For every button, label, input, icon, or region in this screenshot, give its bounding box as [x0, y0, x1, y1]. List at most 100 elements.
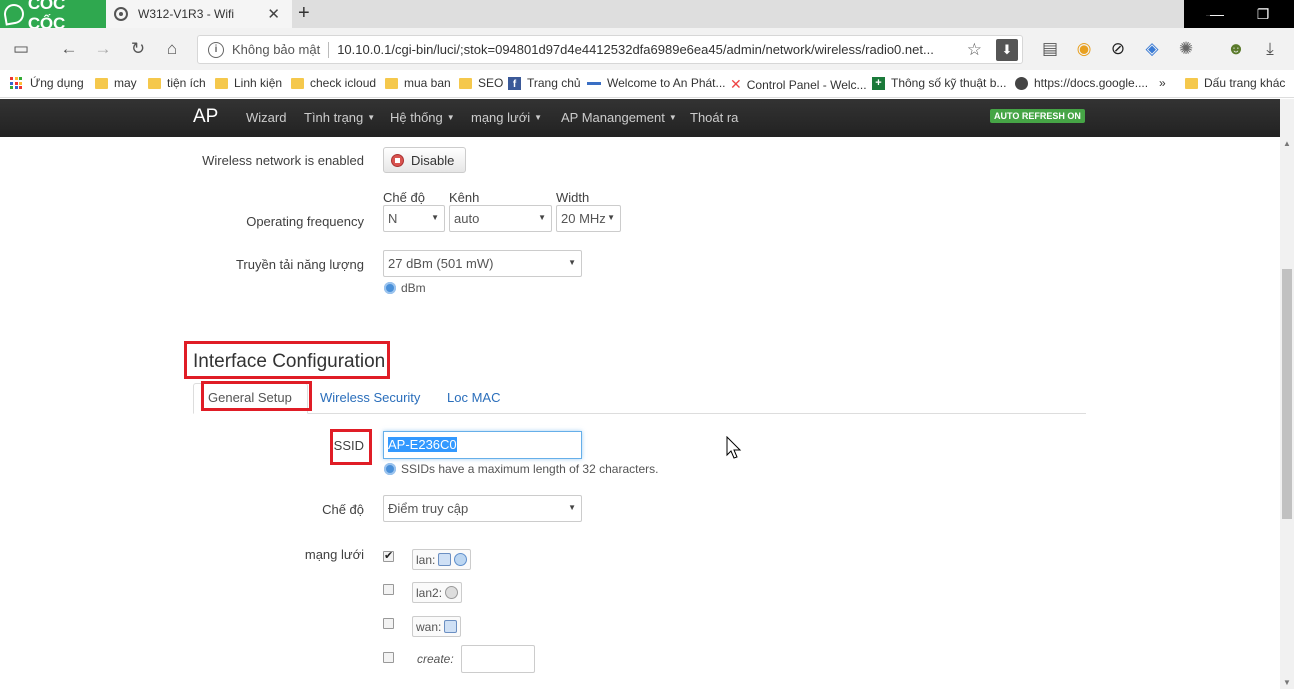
joomla-icon: ✕ [730, 76, 742, 92]
mode-sublabel: Chế độ [383, 190, 425, 205]
extension-settings-icon[interactable]: ✺ [1174, 37, 1198, 61]
back-icon[interactable]: ← [57, 37, 81, 61]
browser-tab[interactable]: W312-V1R3 - Wifi ✕ [106, 0, 292, 28]
extension-shield-icon[interactable]: ◈ [1140, 37, 1164, 61]
address-bar[interactable]: i Không bảo mật 10.10.0.1/cgi-bin/luci/;… [197, 35, 1023, 64]
bookmark-linh-kien[interactable]: Linh kiện [215, 76, 282, 90]
scroll-up-icon[interactable]: ▲ [1283, 139, 1291, 148]
bookmark-tien-ich[interactable]: tiện ích [148, 76, 206, 90]
bookmark-apps[interactable]: Ứng dụng [10, 76, 84, 90]
width-select[interactable]: 20 MHz ▼ [556, 205, 621, 232]
new-tab-icon[interactable]: + [298, 2, 310, 25]
folder-icon [459, 77, 472, 89]
caret-down-icon: ▼ [446, 113, 455, 122]
bookmark-label: Linh kiện [234, 76, 283, 90]
nav-ap-management[interactable]: AP Manangement ▼ [561, 110, 677, 125]
bookmark-label: mua ban [404, 76, 451, 90]
network-lan2-checkbox[interactable] [383, 584, 394, 595]
nav-status[interactable]: Tình trạng ▼ [304, 110, 375, 125]
select-value: 27 dBm (501 mW) [388, 256, 494, 271]
reload-icon[interactable]: ↻ [126, 37, 150, 61]
wireless-enabled-label: Wireless network is enabled [202, 153, 364, 168]
facebook-icon: f [508, 76, 521, 90]
nav-label: Tình trạng [304, 110, 364, 125]
bookmarks-overflow-button[interactable]: » [1159, 76, 1166, 90]
nav-label: Thoát ra [690, 110, 739, 125]
ssid-input[interactable]: AP-E236C0 [383, 431, 582, 459]
tab-title: W312-V1R3 - Wifi [138, 7, 235, 21]
mouse-cursor-icon [726, 436, 742, 459]
nav-logout[interactable]: Thoát ra [690, 110, 738, 125]
network-create-checkbox[interactable] [383, 652, 394, 663]
home-icon[interactable]: ⌂ [160, 37, 184, 61]
bookmark-seo[interactable]: SEO [459, 76, 503, 90]
restore-icon[interactable]: ❐ [1240, 0, 1286, 28]
nav-wizard[interactable]: Wizard [246, 110, 286, 125]
browser-tab-bar: CỐC CỐC W312-V1R3 - Wifi ✕ + — — ❐ [0, 0, 1294, 33]
hint-text: SSIDs have a maximum length of 32 charac… [401, 462, 659, 476]
network-lan-checkbox[interactable] [383, 549, 394, 562]
network-label: mạng lưới [304, 547, 364, 562]
bookmark-an-phat[interactable]: Welcome to An Phát... [587, 76, 726, 90]
create-network-input[interactable] [461, 645, 535, 673]
bookmark-mua-ban[interactable]: mua ban [385, 76, 451, 90]
extension-chrome-icon[interactable]: ◉ [1072, 37, 1096, 61]
extension-adblock-icon[interactable]: ⊘ [1106, 37, 1130, 61]
scroll-down-icon[interactable]: ▼ [1283, 678, 1291, 687]
network-lan2-tag: lan2: [412, 582, 463, 603]
tab-mac-filter[interactable]: Loc MAC [447, 390, 500, 405]
width-sublabel: Width [556, 190, 590, 205]
folder-icon [215, 77, 228, 89]
mode-select[interactable]: N ▼ [383, 205, 445, 232]
network-wan-tag: wan: [412, 616, 462, 637]
disable-button[interactable]: Disable [383, 147, 466, 173]
bookmark-control-panel[interactable]: ✕ Control Panel - Welc... [730, 76, 867, 93]
forward-icon[interactable]: → [91, 37, 115, 61]
nav-label: Wizard [246, 110, 287, 125]
highlight-box-ssid [330, 429, 372, 465]
folder-icon [148, 77, 161, 89]
network-wan-checkbox[interactable] [383, 618, 394, 629]
network-name: lan: [416, 553, 436, 567]
bookmark-trang-chu[interactable]: f Trang chủ [508, 76, 581, 90]
tab-close-icon[interactable]: ✕ [267, 5, 280, 23]
operating-frequency-label: Operating frequency [246, 214, 364, 229]
nav-system[interactable]: Hệ thống ▼ [390, 110, 455, 125]
extension-news-icon[interactable]: ▤ [1038, 37, 1062, 61]
bookmark-check-icloud[interactable]: check icloud [291, 76, 376, 90]
download-page-icon[interactable]: ⬇ [996, 39, 1018, 61]
info-icon[interactable]: i [208, 41, 224, 58]
bookmark-label: may [114, 76, 137, 90]
bookmark-may[interactable]: may [95, 76, 137, 90]
page-scrollbar[interactable]: ▲ ▼ [1280, 99, 1294, 689]
tab-favicon-icon [114, 7, 128, 21]
bookmark-label: check icloud [310, 76, 377, 90]
nav-network[interactable]: mạng lưới ▼ [471, 110, 542, 125]
nav-brand[interactable]: AP [193, 106, 218, 128]
tx-power-label: Truyền tải năng lượng [235, 257, 364, 272]
url-text[interactable]: 10.10.0.1/cgi-bin/luci/;stok=094801d97d4… [337, 42, 957, 57]
bookmark-star-icon[interactable]: ☆ [967, 40, 982, 60]
bookmark-thong-so[interactable]: + Thông số kỹ thuật b... [872, 76, 1006, 90]
tab-wireless-security[interactable]: Wireless Security [320, 390, 420, 405]
profile-avatar-icon[interactable]: ☻ [1224, 37, 1248, 61]
nav-label: Hệ thống [390, 110, 443, 125]
router-navbar: AP Wizard Tình trạng ▼ Hệ thống ▼ mạng lướ… [0, 99, 1280, 137]
iface-mode-select[interactable]: Điểm truy cập ▼ [383, 495, 582, 522]
tx-power-select[interactable]: 27 dBm (501 mW) ▼ [383, 250, 582, 277]
download-icon[interactable]: ⤓ [1258, 37, 1282, 61]
scroll-thumb[interactable] [1282, 269, 1292, 519]
coccoc-logo[interactable]: CỐC CỐC [0, 0, 106, 33]
highlight-box-title [184, 341, 390, 379]
sidebar-icon[interactable]: ▭ [9, 37, 33, 61]
auto-refresh-badge[interactable]: AUTO REFRESH ON [990, 109, 1085, 123]
bookmark-docs[interactable]: https://docs.google.... [1015, 76, 1148, 90]
bookmark-label: tiện ích [167, 76, 206, 90]
channel-select[interactable]: auto ▼ [449, 205, 552, 232]
create-network-label: create: [417, 652, 454, 666]
ethernet-icon [444, 620, 458, 633]
dropdown-arrow-icon: ▼ [568, 503, 576, 512]
folder-icon [385, 77, 398, 89]
minimize-white-icon[interactable]: — [1194, 0, 1240, 28]
bookmark-other[interactable]: Dấu trang khác [1185, 76, 1285, 90]
